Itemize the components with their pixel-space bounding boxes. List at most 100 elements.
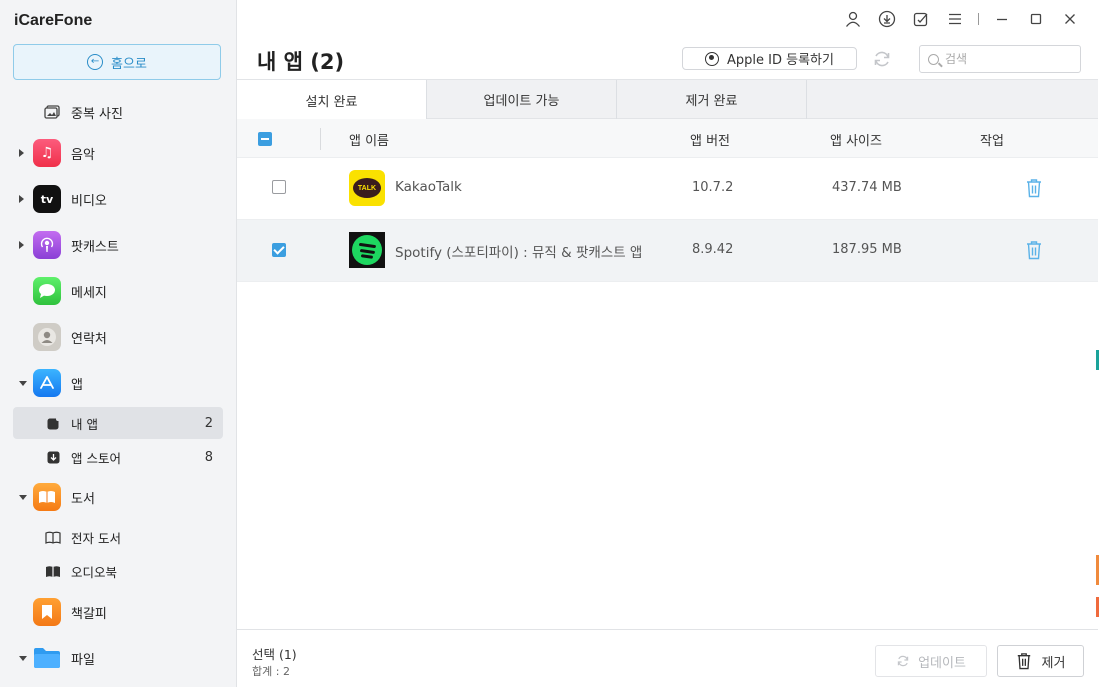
chevron-right-icon[interactable] xyxy=(19,149,24,157)
trash-icon[interactable] xyxy=(1025,240,1043,260)
download-circle-icon[interactable] xyxy=(870,8,904,30)
footer-bar: 선택 (1) 합계 : 2 업데이트 제거 xyxy=(237,629,1098,687)
sidebar-item-my-apps[interactable]: 내 앱 2 xyxy=(13,407,223,439)
download-icon xyxy=(45,449,61,465)
trash-icon[interactable] xyxy=(1025,178,1043,198)
sidebar-item-ebooks[interactable]: 전자 도서 xyxy=(13,521,223,553)
home-button-label: 홈으로 xyxy=(111,56,147,72)
apple-id-register-label: Apple ID 등록하기 xyxy=(727,53,834,68)
apple-tv-icon: tv xyxy=(33,185,61,213)
app-version: 10.7.2 xyxy=(692,180,734,195)
sidebar-item-label: 앱 스토어 xyxy=(71,450,121,466)
column-header-name[interactable]: 앱 이름 xyxy=(349,130,389,149)
contacts-icon xyxy=(33,323,61,351)
sidebar-item-label: 팟캐스트 xyxy=(71,239,119,255)
sidebar-item-audiobooks[interactable]: 오디오북 xyxy=(13,555,223,587)
count-badge: 8 xyxy=(204,449,213,465)
row-checkbox[interactable] xyxy=(272,243,286,257)
feedback-icon[interactable] xyxy=(904,8,938,30)
bookmark-icon xyxy=(33,598,61,626)
sidebar-item-label: 연락처 xyxy=(71,331,107,347)
open-book-icon xyxy=(45,529,61,545)
trash-icon xyxy=(1017,653,1030,670)
spotify-app-icon xyxy=(349,232,385,268)
row-checkbox[interactable] xyxy=(272,180,286,194)
column-header-action: 작업 xyxy=(980,134,1004,149)
kakaotalk-logo-text: TALK xyxy=(353,178,381,198)
sidebar-item-label: 오디오북 xyxy=(71,564,118,580)
back-arrow-icon: ← xyxy=(87,54,104,70)
apple-id-register-button[interactable]: Apple ID 등록하기 xyxy=(682,47,857,70)
chevron-down-icon[interactable] xyxy=(19,655,27,661)
sidebar-item-messages[interactable]: 메세지 xyxy=(0,273,236,309)
column-header-version[interactable]: 앱 버전 xyxy=(690,130,730,149)
spotify-logo xyxy=(352,235,382,265)
sidebar-item-video[interactable]: tv 비디오 xyxy=(0,181,236,217)
app-name: KakaoTalk xyxy=(395,179,462,195)
column-header-size[interactable]: 앱 사이즈 xyxy=(830,130,882,149)
sidebar-item-bookmarks[interactable]: 책갈피 xyxy=(0,594,236,630)
user-icon[interactable] xyxy=(836,8,870,30)
app-store-icon xyxy=(33,369,61,397)
table-row[interactable]: TALK KakaoTalk 10.7.2 437.74 MB xyxy=(237,158,1098,220)
count-badge: 2 xyxy=(204,415,213,431)
maximize-icon[interactable] xyxy=(1019,8,1053,30)
search-input[interactable] xyxy=(945,52,1065,66)
apple-tv-icon-label: tv xyxy=(40,192,54,206)
app-title: iCareFone xyxy=(14,12,93,29)
sidebar-item-label: 파일 xyxy=(71,652,95,668)
home-button[interactable]: ← 홈으로 xyxy=(13,44,221,80)
sidebar-item-label: 음악 xyxy=(71,147,95,163)
menu-icon[interactable] xyxy=(938,8,972,30)
update-button[interactable]: 업데이트 xyxy=(875,645,987,677)
tab-removed[interactable]: 제거 완료 xyxy=(617,80,807,119)
sidebar-item-label: 책갈피 xyxy=(71,606,107,622)
minimize-icon[interactable] xyxy=(985,8,1019,30)
sidebar-item-label: 내 앱 xyxy=(71,416,98,432)
search-field[interactable] xyxy=(919,45,1081,73)
table-row[interactable]: Spotify (스포티파이) : 뮤직 & 팟캐스트 앱 8.9.42 187… xyxy=(237,220,1098,282)
sidebar-item-label: 앱 xyxy=(71,377,83,393)
sidebar-item-files[interactable]: 파일 xyxy=(0,640,236,676)
remove-button[interactable]: 제거 xyxy=(997,645,1084,677)
sidebar-item-contacts[interactable]: 연락처 xyxy=(0,319,236,355)
select-all-checkbox[interactable] xyxy=(258,132,272,146)
total-count: 합계 : 2 xyxy=(252,665,290,678)
remove-button-label: 제거 xyxy=(1041,655,1066,671)
sidebar-item-apps[interactable]: 앱 xyxy=(0,365,236,401)
sidebar-item-podcasts[interactable]: 팟캐스트 xyxy=(0,227,236,263)
photos-icon xyxy=(44,104,60,120)
table-header: 앱 이름 앱 버전 앱 사이즈 작업 xyxy=(237,119,1098,158)
sidebar-item-label: 도서 xyxy=(71,491,95,507)
sidebar-item-music[interactable]: ♫ 음악 xyxy=(0,135,236,171)
podcasts-icon xyxy=(33,231,61,259)
sidebar-item-label: 중복 사진 xyxy=(71,106,123,122)
sidebar-item-label: 전자 도서 xyxy=(71,530,121,546)
window-controls xyxy=(836,8,1087,30)
kakaotalk-app-icon: TALK xyxy=(349,170,385,206)
app-version: 8.9.42 xyxy=(692,242,734,257)
app-window: iCareFone ← 홈으로 중복 사진 ♫ 음악 tv 비디오 팟캐스트 메… xyxy=(0,0,1099,687)
app-name: Spotify (스포티파이) : 뮤직 & 팟캐스트 앱 xyxy=(395,245,643,261)
sidebar-item-app-store[interactable]: 앱 스토어 8 xyxy=(13,441,223,473)
app-size: 437.74 MB xyxy=(832,180,902,195)
chevron-down-icon[interactable] xyxy=(19,494,27,500)
tab-updates-available[interactable]: 업데이트 가능 xyxy=(427,80,617,119)
chevron-right-icon[interactable] xyxy=(19,241,24,249)
close-icon[interactable] xyxy=(1053,8,1087,30)
folder-icon xyxy=(33,644,61,672)
user-circle-icon xyxy=(705,51,720,66)
separator xyxy=(978,13,979,25)
refresh-icon[interactable] xyxy=(870,47,894,71)
sidebar-item-label: 메세지 xyxy=(71,285,107,301)
tab-installed[interactable]: 설치 완료 xyxy=(237,80,427,120)
sidebar-item-duplicate-photos[interactable]: 중복 사진 xyxy=(0,94,236,130)
tab-bar: 설치 완료 업데이트 가능 제거 완료 xyxy=(237,79,1098,120)
page-title: 내 앱 (2) xyxy=(257,50,345,74)
update-button-label: 업데이트 xyxy=(918,655,966,671)
sidebar-item-label: 비디오 xyxy=(71,193,107,209)
sidebar-item-books[interactable]: 도서 xyxy=(0,479,236,515)
refresh-icon xyxy=(897,655,909,667)
chevron-down-icon[interactable] xyxy=(19,380,27,386)
chevron-right-icon[interactable] xyxy=(19,195,24,203)
